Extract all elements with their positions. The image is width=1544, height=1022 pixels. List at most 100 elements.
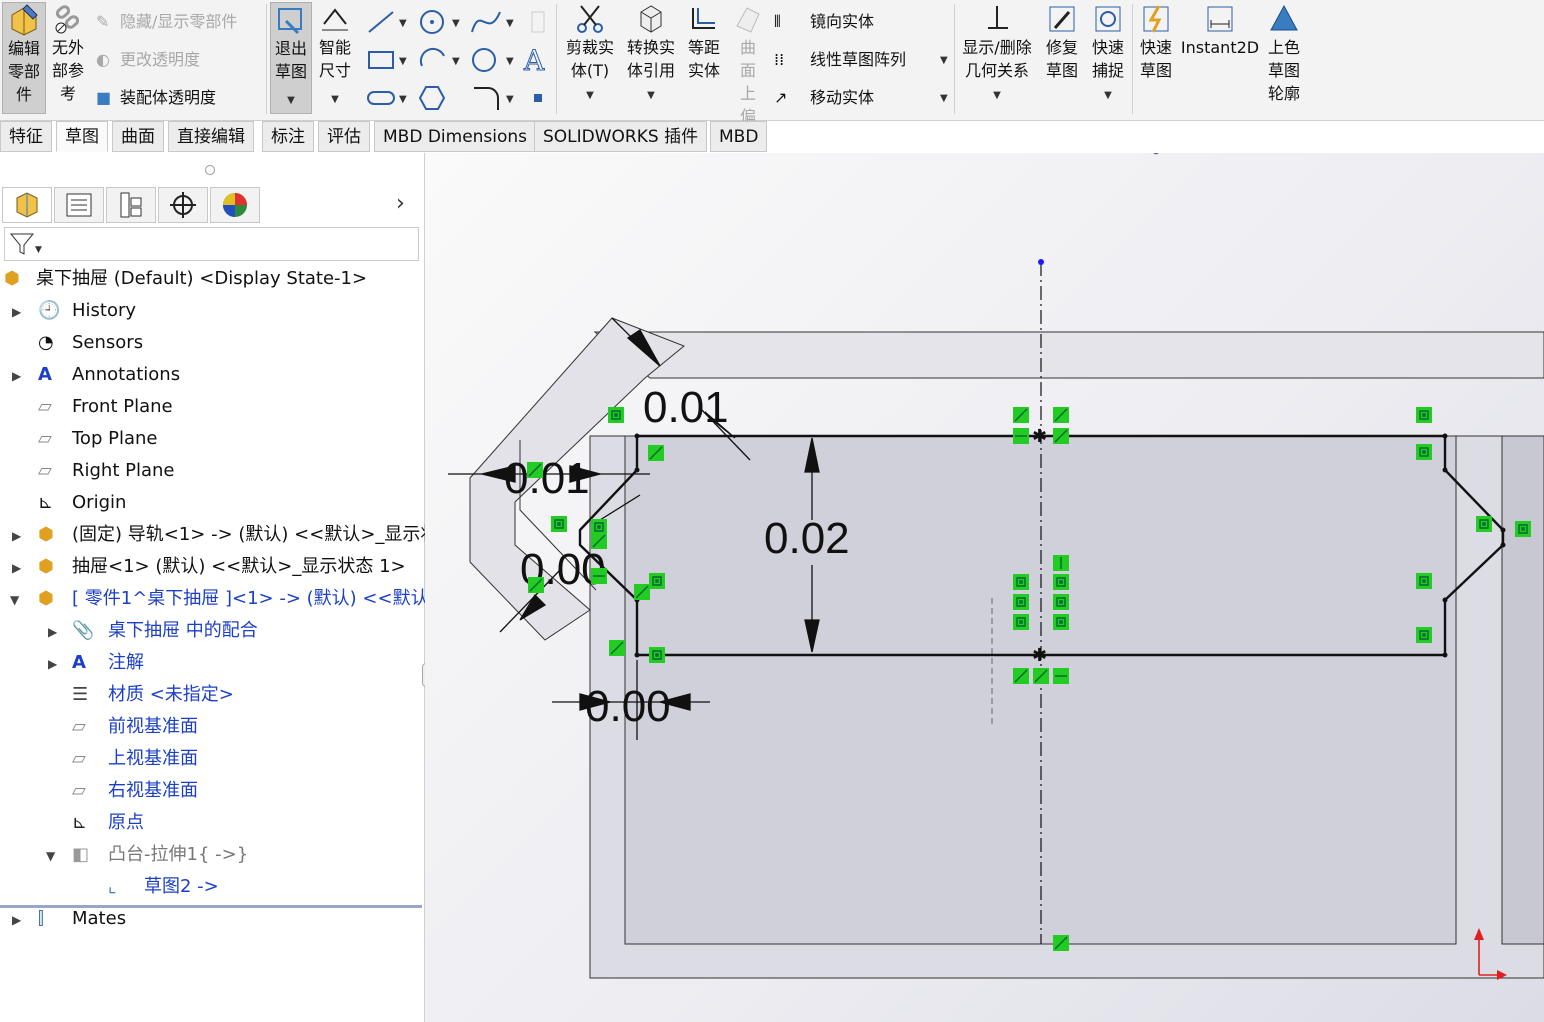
dimxpert-tab[interactable]: [158, 187, 208, 223]
spline-tool[interactable]: ▼: [470, 8, 520, 41]
relation-marker-icon[interactable]: [1053, 614, 1069, 630]
offset-entities-button[interactable]: 等距实体: [684, 2, 724, 114]
dimension-d1[interactable]: 0.01: [643, 383, 729, 432]
linear-pattern-button[interactable]: ⁞⁞ 线性草图阵列: [774, 50, 906, 70]
expand-arrow-icon[interactable]: ▶: [12, 369, 21, 383]
edit-part-button[interactable]: 编辑零部件: [2, 2, 46, 114]
polygon-tool[interactable]: [418, 84, 462, 117]
tree-item-history[interactable]: 🕘 History: [38, 295, 136, 327]
tab-solidworks-addins[interactable]: SOLIDWORKS 插件: [534, 121, 708, 152]
sketch-canvas[interactable]: A ▼ ▼ ▼ ▼ ▼: [425, 153, 1544, 1022]
tab-evaluate[interactable]: 评估: [318, 121, 370, 152]
relation-marker-icon[interactable]: [1515, 521, 1531, 537]
exit-sketch-button[interactable]: 退出草图 ▼: [270, 2, 312, 114]
fillet-tool[interactable]: ▼: [470, 84, 520, 117]
relation-marker-icon[interactable]: [1053, 555, 1069, 571]
relation-marker-icon[interactable]: [591, 568, 607, 584]
dimension-d5[interactable]: 0.00: [585, 682, 671, 731]
arc-tool[interactable]: ▼: [418, 46, 462, 79]
relation-marker-icon[interactable]: [608, 407, 624, 423]
expand-arrow-icon[interactable]: ▶: [12, 913, 21, 927]
relation-marker-icon[interactable]: [1053, 594, 1069, 610]
tree-item-top-ref[interactable]: ▱ 上视基准面: [72, 743, 198, 775]
tab-direct-edit[interactable]: 直接编辑: [168, 121, 254, 152]
tree-item-front-plane[interactable]: ▱ Front Plane: [38, 391, 173, 423]
tree-root[interactable]: ⬢ 桌下抽屉 (Default) <Display State-1>: [4, 263, 367, 295]
change-transparency-button[interactable]: ◐ 更改透明度: [96, 50, 200, 70]
relation-marker-icon[interactable]: [528, 577, 544, 593]
tree-item-mates[interactable]: ⫿ Mates: [38, 903, 126, 935]
display-style-icon[interactable]: ▼: [1144, 153, 1179, 155]
relation-marker-icon[interactable]: [609, 640, 625, 656]
rapid-sketch-button[interactable]: 快速草图: [1136, 2, 1176, 114]
relation-marker-icon[interactable]: [1053, 428, 1069, 444]
tab-mbd-dimensions[interactable]: MBD Dimensions: [374, 121, 537, 152]
configuration-manager-tab[interactable]: [106, 187, 156, 223]
relation-marker-icon[interactable]: [1013, 407, 1029, 423]
tree-item-origin[interactable]: ⊾ Origin: [38, 487, 126, 519]
tree-item-boss-extrude[interactable]: ◧ 凸台-拉伸1{ ->}: [72, 839, 248, 871]
relation-marker-icon[interactable]: [1013, 614, 1029, 630]
tree-item-notes[interactable]: A 注解: [72, 647, 144, 679]
tree-item-front-ref[interactable]: ▱ 前视基准面: [72, 711, 198, 743]
sketch-text-tool[interactable]: A: [522, 44, 552, 81]
tab-features[interactable]: 特征: [0, 121, 52, 152]
convert-entities-button[interactable]: 转换实体引用 ▼: [622, 2, 680, 114]
instant2d-button[interactable]: Instant2D: [1180, 2, 1260, 114]
tree-item-sensors[interactable]: ◔ Sensors: [38, 327, 143, 359]
repair-sketch-button[interactable]: 修复草图: [1042, 2, 1082, 114]
dynamic-annotation-icon[interactable]: A: [1050, 153, 1065, 158]
collapse-arrow-icon[interactable]: ▼: [46, 849, 55, 863]
tree-item-part1[interactable]: ⬢[ 零件1^桌下抽屉 ]<1> -> (默认) <<默认>: [38, 583, 444, 615]
tree-item-mates-in[interactable]: 📎 桌下抽屉 中的配合: [72, 615, 258, 647]
tab-sketch[interactable]: 草图: [56, 121, 108, 152]
property-manager-tab[interactable]: [54, 187, 104, 223]
relation-marker-icon[interactable]: [1013, 574, 1029, 590]
relation-marker-icon[interactable]: [1416, 407, 1432, 423]
expand-arrow-icon[interactable]: ▶: [12, 529, 21, 543]
assembly-transparency-button[interactable]: ■ 装配体透明度: [96, 88, 216, 108]
relation-marker-icon[interactable]: [591, 533, 607, 549]
hide-show-parts-button[interactable]: ✎ 隐藏/显示零部件: [96, 12, 237, 32]
ellipse-tool[interactable]: ▼: [470, 46, 520, 79]
shaded-contours-button[interactable]: 上色草图轮廓: [1264, 2, 1304, 114]
relation-marker-icon[interactable]: [1416, 573, 1432, 589]
expand-arrow-icon[interactable]: ▶: [48, 657, 57, 671]
relation-marker-icon[interactable]: [1053, 935, 1069, 951]
relation-marker-icon[interactable]: [1013, 428, 1029, 444]
relation-marker-icon[interactable]: [527, 462, 543, 478]
tree-item-top-plane[interactable]: ▱ Top Plane: [38, 423, 157, 455]
trim-entities-button[interactable]: 剪裁实体(T) ▼: [562, 2, 618, 114]
tree-item-annotations[interactable]: A Annotations: [38, 359, 180, 391]
rectangle-tool[interactable]: ▼: [365, 46, 409, 79]
slot-tool[interactable]: ▼: [365, 84, 409, 117]
relation-marker-icon[interactable]: [1053, 574, 1069, 590]
panel-expand-chevron[interactable]: ›: [396, 191, 405, 216]
relation-marker-icon[interactable]: [648, 445, 664, 461]
relation-marker-icon[interactable]: [1476, 516, 1492, 532]
relation-marker-icon[interactable]: [1013, 594, 1029, 610]
relation-marker-icon[interactable]: [1013, 668, 1029, 684]
relation-marker-icon[interactable]: [649, 647, 665, 663]
expand-arrow-icon[interactable]: ▶: [48, 625, 57, 639]
relation-marker-icon[interactable]: [634, 584, 650, 600]
smart-dimension-button[interactable]: 智能尺寸 ▼: [314, 2, 356, 114]
mirror-entities-button[interactable]: ⫴ 镜向实体: [774, 12, 874, 32]
relation-marker-icon[interactable]: [1416, 627, 1432, 643]
dimension-d2[interactable]: 0.01: [504, 454, 590, 503]
tree-item-guide-rail[interactable]: ⬢ (固定) 导轨<1> -> (默认) <<默认>_显示状态: [38, 519, 456, 551]
tree-item-drawer[interactable]: ⬢ 抽屉<1> (默认) <<默认>_显示状态 1>: [38, 551, 406, 583]
tab-surfaces[interactable]: 曲面: [112, 121, 164, 152]
line-tool[interactable]: ▼: [365, 8, 409, 41]
circle-tool[interactable]: ▼: [418, 8, 462, 41]
quick-snaps-button[interactable]: 快速捕捉 ▼: [1088, 2, 1128, 114]
display-manager-tab[interactable]: [210, 187, 260, 223]
panel-splitter-handle[interactable]: [205, 165, 215, 175]
relation-marker-icon[interactable]: [649, 573, 665, 589]
expand-arrow-icon[interactable]: ▶: [12, 305, 21, 319]
no-external-refs-button[interactable]: 无外部参考: [48, 2, 88, 114]
relation-marker-icon[interactable]: [591, 519, 607, 535]
tab-mbd[interactable]: MBD: [710, 121, 768, 152]
dimension-d3[interactable]: 0.02: [764, 514, 850, 563]
text-placeholder-tool[interactable]: [526, 8, 550, 41]
